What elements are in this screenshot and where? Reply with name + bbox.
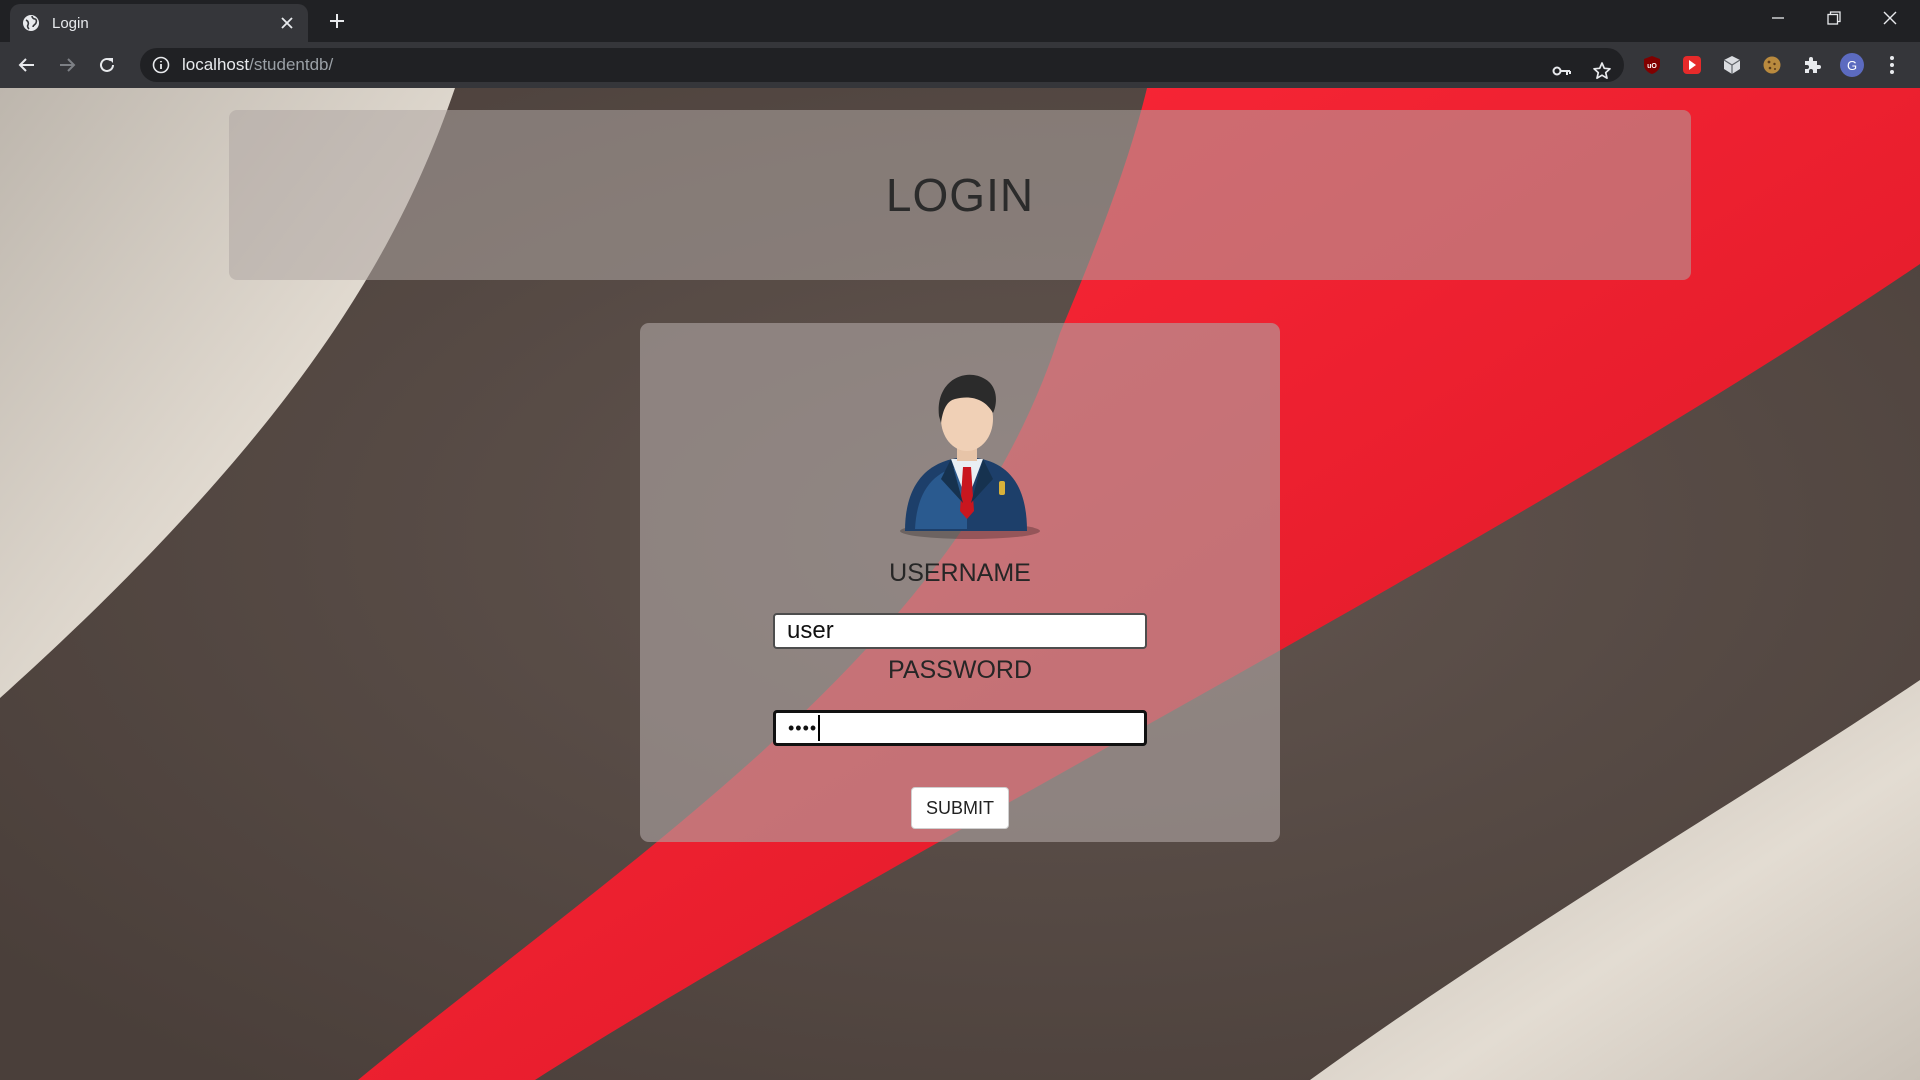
key-icon[interactable] (1546, 55, 1578, 87)
cookie-extension-icon[interactable] (1759, 52, 1785, 78)
restore-icon[interactable] (1806, 0, 1862, 36)
arrow-left-icon[interactable] (11, 49, 43, 81)
tab-title: Login (52, 14, 89, 32)
video-extension-icon[interactable] (1679, 52, 1705, 78)
browser-tab-login[interactable]: Login (10, 4, 308, 42)
tab-strip: Login (0, 0, 1920, 42)
page-title: LOGIN (885, 169, 1035, 221)
address-bar[interactable]: localhost/studentdb/ (140, 48, 1624, 82)
username-input[interactable]: user (773, 613, 1147, 649)
header-panel: LOGIN (229, 110, 1691, 280)
page-viewport: LOGIN USERNAME user PASSWORD •••• SUBMIT (0, 88, 1920, 1080)
browser-toolbar: localhost/studentdb/ uO G (0, 42, 1920, 88)
url-host: localhost (182, 55, 250, 74)
svg-text:uO: uO (1647, 63, 1657, 70)
password-value: •••• (788, 717, 818, 738)
url-path: /studentdb/ (249, 55, 334, 74)
username-label: USERNAME (889, 559, 1031, 587)
profile-avatar[interactable]: G (1839, 52, 1865, 78)
minimize-icon[interactable] (1750, 0, 1806, 36)
username-value: user (787, 617, 834, 644)
businessman-avatar-icon (900, 374, 1040, 539)
globe-icon (22, 14, 40, 32)
kebab-menu-icon[interactable] (1879, 52, 1905, 78)
close-icon[interactable] (278, 14, 296, 32)
login-form: USERNAME user PASSWORD •••• SUBMIT (640, 323, 1280, 842)
ublock-extension-icon[interactable]: uO (1639, 52, 1665, 78)
window-close-icon[interactable] (1862, 0, 1918, 36)
info-icon[interactable] (152, 56, 170, 74)
plus-icon[interactable] (322, 8, 352, 34)
password-label: PASSWORD (888, 656, 1032, 684)
arrow-right-icon[interactable] (51, 49, 83, 81)
url-text: localhost/studentdb/ (182, 55, 333, 75)
password-input[interactable]: •••• (773, 710, 1147, 746)
cube-extension-icon[interactable] (1719, 52, 1745, 78)
puzzle-icon[interactable] (1799, 52, 1825, 78)
submit-button[interactable]: SUBMIT (911, 787, 1009, 829)
star-icon[interactable] (1586, 55, 1618, 87)
profile-initial: G (1840, 53, 1864, 77)
reload-icon[interactable] (91, 49, 123, 81)
text-caret (818, 715, 821, 741)
